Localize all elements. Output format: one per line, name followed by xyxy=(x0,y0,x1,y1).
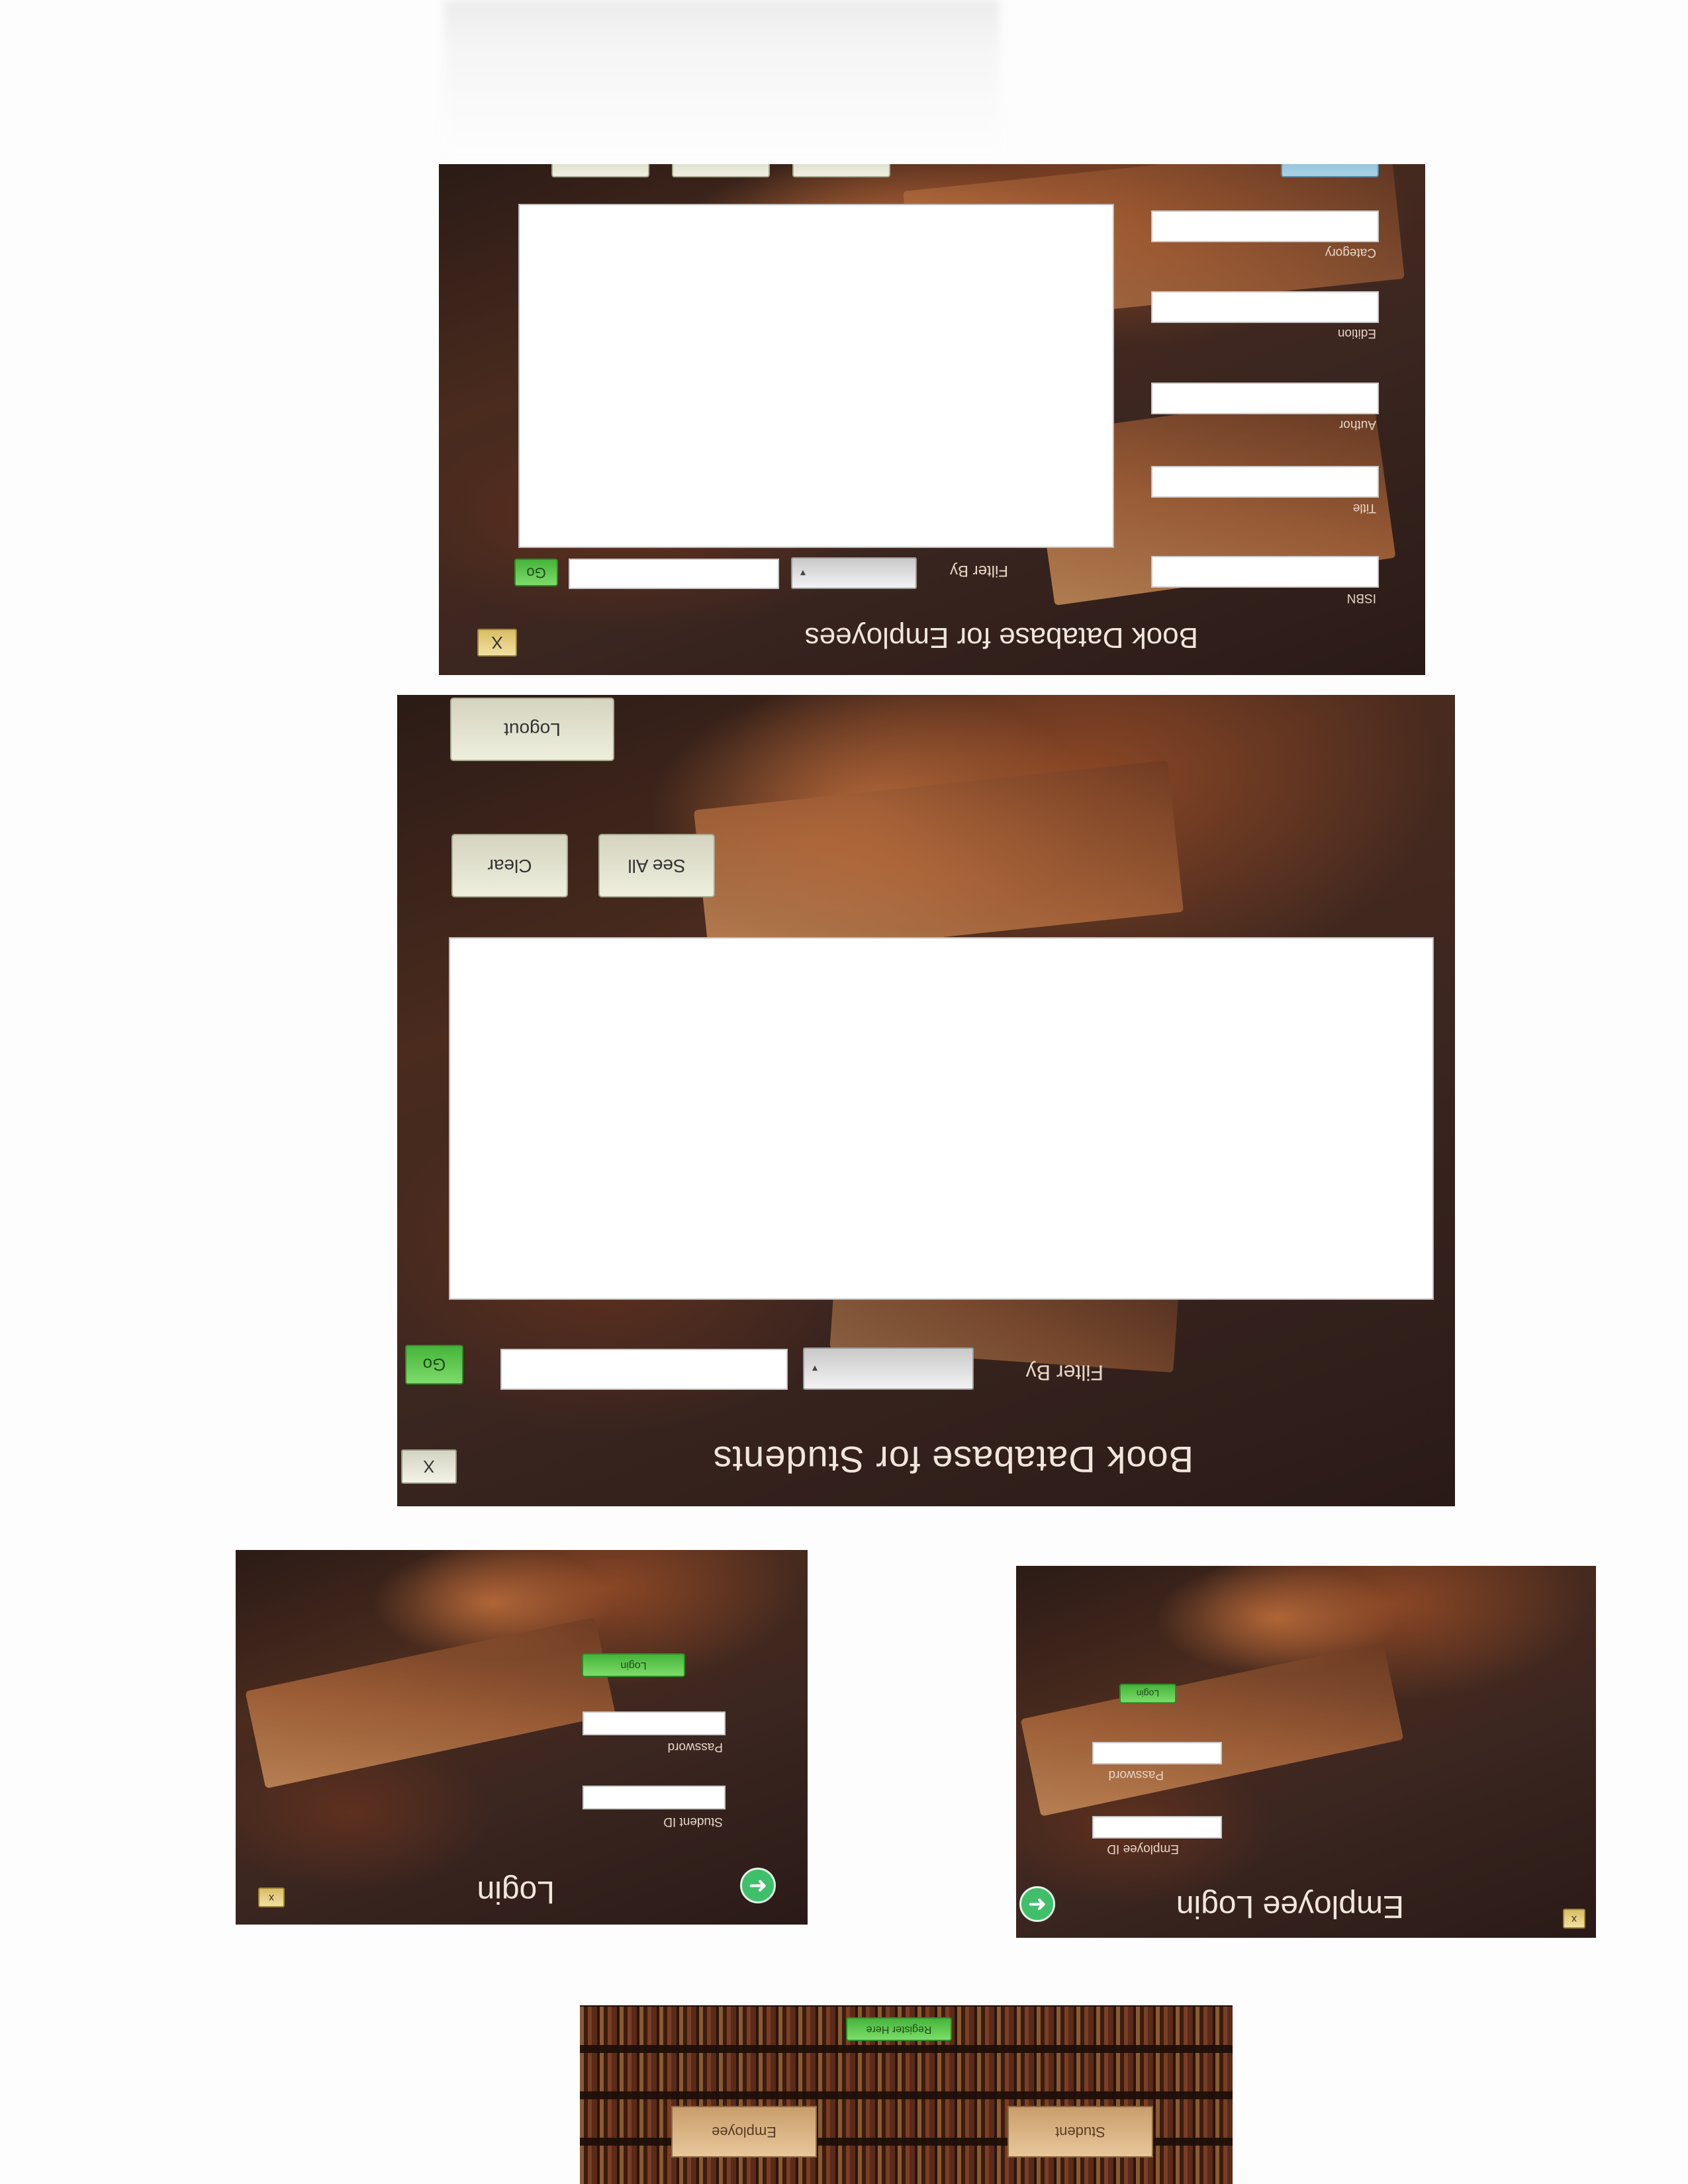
employee-action-button[interactable] xyxy=(792,164,890,177)
isbn-input[interactable] xyxy=(1151,556,1379,588)
employees-database-window: X Book Database for Employees ISBN Filte… xyxy=(439,164,1425,675)
employee-button[interactable]: Employee xyxy=(671,2106,817,2158)
see-all-button-label: See All xyxy=(628,856,686,876)
chevron-down-icon: ▾ xyxy=(812,1363,818,1374)
author-input[interactable] xyxy=(1151,383,1379,414)
student-login-close-button[interactable]: x xyxy=(258,1888,285,1907)
book-decoration xyxy=(245,1617,616,1789)
close-label: x xyxy=(1571,1913,1577,1925)
go-button-label: Go xyxy=(526,565,546,581)
category-label: Category xyxy=(1325,246,1376,259)
password-label: Password xyxy=(667,1740,723,1754)
filter-dropdown[interactable]: ▾ xyxy=(803,1347,974,1390)
employees-results-list[interactable] xyxy=(518,204,1114,548)
employee-login-window: ➜ Employee Login x Employee ID Password … xyxy=(1016,1566,1596,1938)
isbn-label: ISBN xyxy=(1346,591,1376,605)
edition-label: Edition xyxy=(1337,326,1376,340)
book-decoration xyxy=(1020,1642,1404,1817)
employee-id-label: Employee ID xyxy=(1107,1842,1179,1856)
filter-by-label: Filter By xyxy=(1025,1361,1103,1385)
employees-close-button[interactable]: X xyxy=(477,629,517,657)
next-arrow-button[interactable]: ➜ xyxy=(740,1868,776,1903)
password-label: Password xyxy=(1108,1768,1164,1782)
employee-login-button[interactable]: Login xyxy=(1119,1684,1176,1704)
password-input[interactable] xyxy=(1092,1742,1222,1764)
filter-text-input[interactable] xyxy=(569,559,779,589)
arrow-right-icon: ➜ xyxy=(1027,1891,1047,1917)
student-id-label: Student ID xyxy=(663,1815,723,1829)
student-button-label: Student xyxy=(1055,2124,1105,2140)
close-label: X xyxy=(491,633,503,653)
filter-text-input[interactable] xyxy=(500,1349,788,1390)
clear-button-label: Clear xyxy=(487,856,532,876)
students-results-list[interactable] xyxy=(449,937,1434,1300)
clear-button[interactable]: Clear xyxy=(451,834,568,897)
book-decoration xyxy=(693,760,1184,962)
register-button[interactable]: Register Here xyxy=(846,2017,952,2041)
close-label: x xyxy=(269,1892,274,1903)
students-window-title: Book Database for Students xyxy=(712,1439,1194,1480)
register-button-label: Register Here xyxy=(866,2024,932,2035)
login-button-label: Login xyxy=(620,1660,647,1671)
start-screen: Student Employee Register Here xyxy=(580,2005,1233,2184)
employees-window-title: Book Database for Employees xyxy=(804,621,1198,654)
close-label: X xyxy=(423,1457,435,1477)
password-input[interactable] xyxy=(583,1711,726,1735)
logout-button[interactable]: Logout xyxy=(450,698,614,761)
edition-input[interactable] xyxy=(1151,291,1379,323)
logout-button-label: Logout xyxy=(504,719,561,740)
student-login-window: ➜ Login x Student ID Password Login xyxy=(236,1550,808,1925)
students-close-button[interactable]: X xyxy=(401,1449,457,1484)
employee-action-button[interactable] xyxy=(551,164,649,177)
go-button-label: Go xyxy=(422,1355,446,1375)
login-button-label: Login xyxy=(1136,1688,1160,1699)
filter-dropdown[interactable]: ▾ xyxy=(791,557,917,589)
employees-go-button[interactable]: Go xyxy=(514,559,558,586)
employee-action-button[interactable] xyxy=(1281,164,1379,177)
title-label: Title xyxy=(1352,501,1376,515)
scanned-sheet: Student Employee Register Here ➜ Employe… xyxy=(0,0,1688,2184)
category-input[interactable] xyxy=(1151,210,1379,242)
next-arrow-button[interactable]: ➜ xyxy=(1019,1886,1055,1922)
students-database-window: X Book Database for Students Filter By ▾… xyxy=(397,695,1455,1506)
author-label: Author xyxy=(1339,418,1376,432)
employee-login-close-button[interactable]: x xyxy=(1563,1909,1585,1929)
filter-by-label: Filter By xyxy=(949,562,1008,580)
student-button[interactable]: Student xyxy=(1008,2106,1153,2158)
students-go-button[interactable]: Go xyxy=(405,1345,463,1385)
arrow-right-icon: ➜ xyxy=(748,1873,768,1898)
chevron-down-icon: ▾ xyxy=(800,567,806,578)
employee-action-button[interactable] xyxy=(672,164,770,177)
see-all-button[interactable]: See All xyxy=(598,834,715,897)
student-login-button[interactable]: Login xyxy=(582,1653,685,1677)
title-input[interactable] xyxy=(1151,466,1379,498)
employee-login-title: Employee Login xyxy=(1176,1889,1404,1924)
employee-id-input[interactable] xyxy=(1092,1816,1222,1839)
employee-button-label: Employee xyxy=(712,2124,776,2140)
student-id-input[interactable] xyxy=(583,1786,726,1809)
student-login-title: Login xyxy=(477,1874,555,1909)
